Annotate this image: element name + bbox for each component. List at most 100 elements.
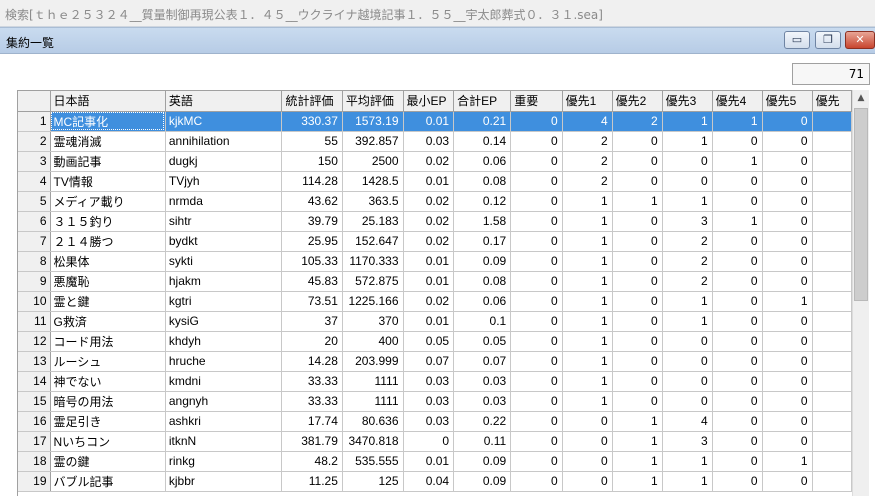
table-cell[interactable] <box>812 471 852 492</box>
table-cell[interactable]: 0 <box>762 131 813 152</box>
row-number[interactable]: 5 <box>18 191 51 212</box>
table-cell[interactable]: 1111 <box>342 391 404 412</box>
table-cell[interactable]: 0.01 <box>403 311 455 332</box>
table-cell[interactable]: 0 <box>612 151 663 172</box>
table-cell[interactable]: 0 <box>510 131 563 152</box>
table-cell[interactable] <box>812 191 852 212</box>
table-cell[interactable]: 535.555 <box>342 451 404 472</box>
table-cell[interactable]: 4 <box>562 111 613 132</box>
close-button[interactable]: ✕ <box>845 31 875 49</box>
table-cell[interactable]: 125 <box>342 471 404 492</box>
table-cell[interactable]: 0 <box>403 431 455 452</box>
table-cell[interactable]: bydkt <box>165 231 283 252</box>
table-cell[interactable]: 1 <box>612 451 663 472</box>
table-cell[interactable]: 43.62 <box>281 191 343 212</box>
column-header[interactable]: 日本語 <box>50 91 166 112</box>
table-cell[interactable] <box>812 351 852 372</box>
table-cell[interactable]: 1 <box>562 251 613 272</box>
table-cell[interactable]: 0.04 <box>403 471 455 492</box>
table-cell[interactable]: 0 <box>762 471 813 492</box>
row-number[interactable]: 19 <box>18 471 51 492</box>
table-cell[interactable]: 0.05 <box>453 331 512 352</box>
row-number[interactable]: 13 <box>18 351 51 372</box>
table-cell[interactable]: 暗号の用法 <box>50 391 166 412</box>
table-cell[interactable]: 霊の鍵 <box>50 451 166 472</box>
table-cell[interactable]: hjakm <box>165 271 283 292</box>
table-cell[interactable]: 0.02 <box>403 151 455 172</box>
table-cell[interactable] <box>812 111 852 132</box>
table-cell[interactable] <box>812 431 852 452</box>
restore-button[interactable]: ❐ <box>815 31 841 49</box>
table-cell[interactable]: バブル記事 <box>50 471 166 492</box>
table-cell[interactable]: 14.28 <box>281 351 343 372</box>
table-cell[interactable]: 105.33 <box>281 251 343 272</box>
table-cell[interactable]: 0.09 <box>453 471 512 492</box>
table-cell[interactable]: 0.12 <box>453 191 512 212</box>
column-header[interactable]: 英語 <box>165 91 283 112</box>
table-cell[interactable]: 0 <box>712 471 763 492</box>
table-cell[interactable]: 25.183 <box>342 211 404 232</box>
table-cell[interactable]: 0.02 <box>403 231 455 252</box>
column-header[interactable]: 優先5 <box>762 91 813 112</box>
row-number[interactable]: 17 <box>18 431 51 452</box>
table-row[interactable]: 4 TV情報 TVjyh 114.28 1428.5 0.01 0.08 0 2 0 0 0 0 <box>18 171 852 192</box>
table-cell[interactable]: 0.02 <box>403 211 455 232</box>
table-cell[interactable]: 20 <box>281 331 343 352</box>
table-cell[interactable] <box>812 251 852 272</box>
table-cell[interactable]: 0.01 <box>403 451 455 472</box>
table-cell[interactable]: 1 <box>762 291 813 312</box>
table-cell[interactable] <box>812 151 852 172</box>
table-cell[interactable] <box>812 211 852 232</box>
table-cell[interactable]: 0 <box>510 411 563 432</box>
table-cell[interactable]: 33.33 <box>281 391 343 412</box>
table-row[interactable]: 1 MC記事化 kjkMC 330.37 1573.19 0.01 0.21 0 4 2 1 1 0 <box>18 111 852 132</box>
table-cell[interactable]: rinkg <box>165 451 283 472</box>
table-cell[interactable]: G救済 <box>50 311 166 332</box>
table-cell[interactable]: 0.03 <box>403 411 455 432</box>
table-cell[interactable]: 0.01 <box>403 171 455 192</box>
table-cell[interactable]: 0 <box>662 371 713 392</box>
table-cell[interactable]: 1 <box>662 451 713 472</box>
table-cell[interactable]: 203.999 <box>342 351 404 372</box>
table-cell[interactable]: Nいちコン <box>50 431 166 452</box>
table-cell[interactable]: 114.28 <box>281 171 343 192</box>
table-cell[interactable]: 37 <box>281 311 343 332</box>
table-cell[interactable]: 0 <box>762 311 813 332</box>
table-cell[interactable]: 0 <box>712 191 763 212</box>
table-cell[interactable]: 0 <box>510 151 563 172</box>
table-cell[interactable]: 381.79 <box>281 431 343 452</box>
table-cell[interactable]: 2 <box>562 131 613 152</box>
table-cell[interactable]: 0 <box>612 311 663 332</box>
table-cell[interactable]: 0.02 <box>403 291 455 312</box>
table-cell[interactable]: 0.01 <box>403 251 455 272</box>
table-cell[interactable]: kgtri <box>165 291 283 312</box>
table-cell[interactable]: 4 <box>662 411 713 432</box>
table-cell[interactable]: 1573.19 <box>342 111 404 132</box>
table-cell[interactable]: 0 <box>712 271 763 292</box>
table-cell[interactable]: 0 <box>662 331 713 352</box>
table-cell[interactable]: 0 <box>712 251 763 272</box>
table-cell[interactable]: 370 <box>342 311 404 332</box>
table-row[interactable]: 6 ３１５釣り sihtr 39.79 25.183 0.02 1.58 0 1 0 3 1 0 <box>18 211 852 232</box>
table-cell[interactable]: 0 <box>712 331 763 352</box>
table-cell[interactable]: 2500 <box>342 151 404 172</box>
table-cell[interactable]: ２１４勝つ <box>50 231 166 252</box>
row-number[interactable]: 7 <box>18 231 51 252</box>
table-cell[interactable]: 0 <box>762 431 813 452</box>
table-cell[interactable]: 1 <box>562 211 613 232</box>
table-row[interactable]: 9 悪魔恥 hjakm 45.83 572.875 0.01 0.08 0 1 0 2 0 0 <box>18 271 852 292</box>
table-cell[interactable]: 3 <box>662 211 713 232</box>
table-cell[interactable] <box>812 411 852 432</box>
table-row[interactable]: 17 Nいちコン itknN 381.79 3470.818 0 0.11 0 0 1 3 0 0 <box>18 431 852 452</box>
table-cell[interactable]: 0.03 <box>403 371 455 392</box>
table-cell[interactable]: MC記事化 <box>50 111 166 132</box>
table-cell[interactable]: 0 <box>762 191 813 212</box>
table-cell[interactable]: 0 <box>510 271 563 292</box>
table-cell[interactable]: 1 <box>662 291 713 312</box>
table-cell[interactable]: 0 <box>712 311 763 332</box>
table-cell[interactable]: 0 <box>562 431 613 452</box>
table-cell[interactable]: 2 <box>662 231 713 252</box>
table-cell[interactable]: 0.07 <box>403 351 455 372</box>
table-cell[interactable]: 55 <box>281 131 343 152</box>
table-cell[interactable]: sykti <box>165 251 283 272</box>
